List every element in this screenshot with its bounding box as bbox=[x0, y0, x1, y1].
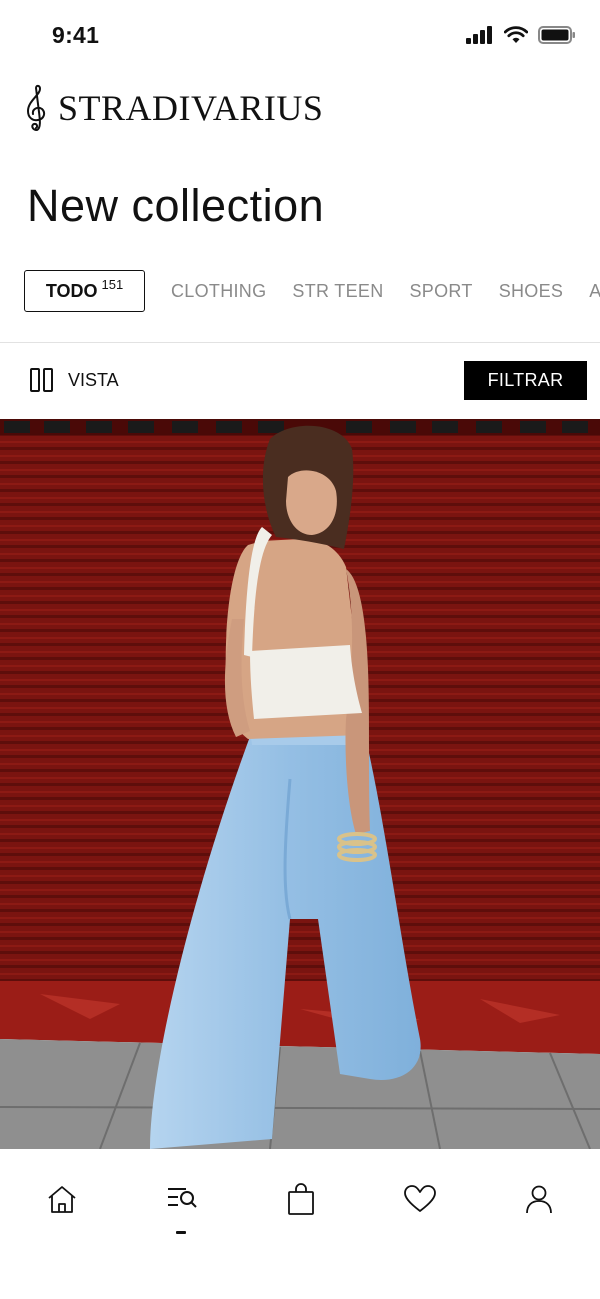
status-bar: 9:41 bbox=[0, 0, 600, 72]
tab-clothing[interactable]: CLOTHING bbox=[171, 281, 266, 302]
brand-logo[interactable]: STRADIVARIUS bbox=[24, 84, 323, 132]
nav-active-indicator bbox=[176, 1231, 186, 1234]
tab-acc[interactable]: ACC bbox=[589, 281, 600, 302]
nav-home[interactable] bbox=[42, 1179, 82, 1219]
battery-icon bbox=[538, 26, 575, 44]
view-label: VISTA bbox=[68, 369, 119, 390]
nav-bag[interactable] bbox=[281, 1179, 321, 1219]
status-icons bbox=[466, 26, 576, 44]
heart-icon bbox=[404, 1185, 436, 1212]
nav-profile[interactable] bbox=[519, 1179, 559, 1219]
treble-clef-icon bbox=[26, 84, 46, 131]
wifi-icon bbox=[504, 26, 528, 43]
category-tabs: TODO 151 CLOTHING STR TEEN SPORT SHOES A… bbox=[24, 270, 600, 312]
tab-sport[interactable]: SPORT bbox=[410, 281, 473, 302]
status-time: 9:41 bbox=[52, 22, 100, 48]
bag-icon bbox=[288, 1183, 314, 1215]
signal-icon bbox=[466, 26, 492, 44]
columns-view-icon bbox=[30, 368, 53, 392]
tab-shoes[interactable]: SHOES bbox=[499, 281, 564, 302]
tab-todo-count: 151 bbox=[101, 276, 124, 292]
page-title: New collection bbox=[27, 180, 325, 231]
divider bbox=[0, 342, 600, 343]
filter-button[interactable]: FILTRAR bbox=[464, 361, 587, 400]
tab-str-teen[interactable]: STR TEEN bbox=[292, 281, 383, 302]
tab-todo-label: TODO bbox=[45, 280, 98, 301]
nav-favorites[interactable] bbox=[400, 1179, 440, 1219]
view-toggle[interactable]: VISTA bbox=[30, 368, 119, 392]
product-image[interactable] bbox=[0, 419, 600, 1149]
nav-search[interactable] bbox=[162, 1179, 202, 1219]
brand-name: STRADIVARIUS bbox=[58, 88, 324, 128]
bottom-nav bbox=[0, 1149, 600, 1299]
home-icon bbox=[48, 1186, 76, 1213]
tab-todo[interactable]: TODO 151 bbox=[24, 270, 145, 312]
profile-icon bbox=[526, 1185, 552, 1214]
search-menu-icon bbox=[168, 1188, 197, 1208]
